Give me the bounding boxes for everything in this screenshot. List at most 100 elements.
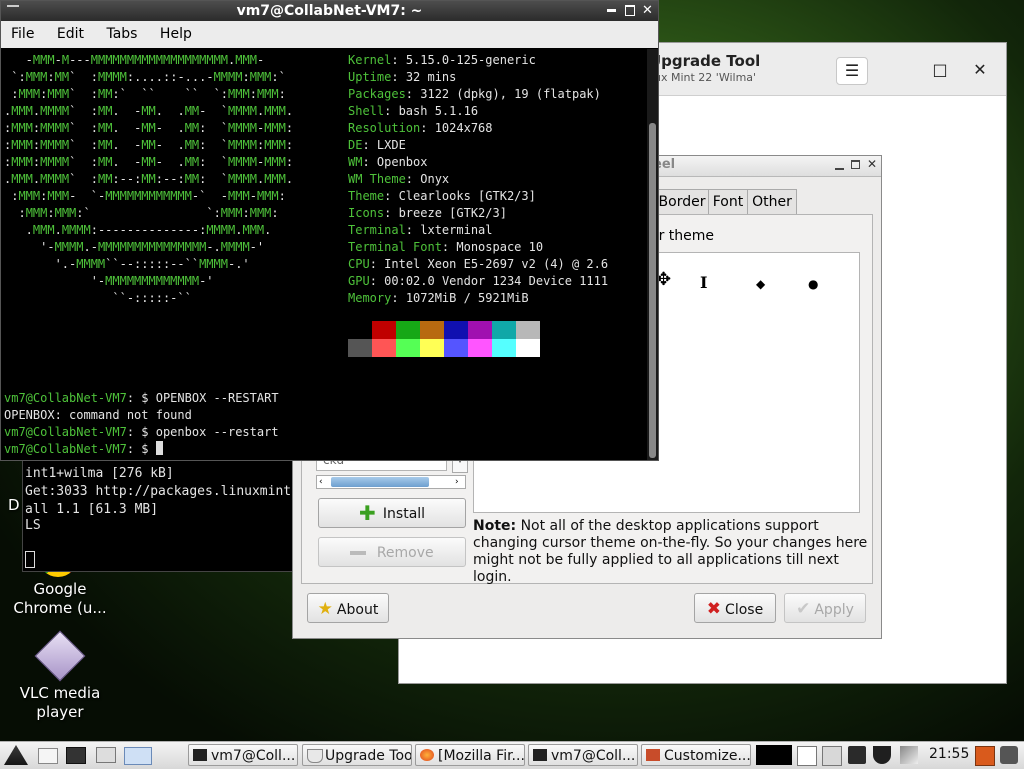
maximize-icon[interactable]: □ [925,57,955,83]
task-firefox[interactable]: [Mozilla Fir... [415,744,525,766]
bg-term-cursor [25,551,35,568]
menu-tabs[interactable]: Tabs [106,26,137,42]
file-manager-icon[interactable] [38,748,58,764]
remove-label: Remove [376,545,434,561]
task-customize[interactable]: Customize... [641,744,751,766]
prompt-user: vm7@CollabNet-VM7 [4,391,127,405]
close-icon[interactable]: ✕ [867,157,877,171]
close-icon[interactable]: ✕ [965,57,995,83]
tab-border[interactable]: Border [655,189,709,214]
info-sep: : [369,274,385,288]
info-key: Shell [348,104,385,118]
shield-icon[interactable] [873,746,891,764]
info-value: breeze [GTK2/3] [398,206,507,220]
menu-file[interactable]: File [11,26,34,42]
logo-line: .MMM.MMMM:--------------:MMMM.MMM. [4,223,272,237]
palette-swatch [516,321,540,339]
desktop-icon-vlc[interactable]: VLC media player [2,684,118,722]
menu-start-icon[interactable] [4,745,28,765]
note-bold: Note: [473,518,517,534]
shield-icon [307,749,323,763]
close-button[interactable]: ✖ Close [694,593,776,623]
cpu-monitor[interactable] [756,745,792,765]
task-upgrade-tool[interactable]: Upgrade Tool [302,744,412,766]
info-line: Memory: 1072MiB / 5921MiB [348,290,529,307]
clock[interactable]: 21:55 [929,746,969,762]
logo-line: `:MMM:MM` :MMMM:....::-...-MMMM:MMM:` [4,70,286,84]
power-icon[interactable] [1000,746,1018,764]
install-label: Install [382,506,426,522]
install-button[interactable]: ✚ Install [318,498,466,528]
about-button[interactable]: ★ About [307,593,389,623]
pdf-icon[interactable] [797,746,817,766]
menu-icon[interactable]: ☰ [836,57,868,85]
horizontal-scrollbar[interactable]: ‹ › [316,475,466,489]
terminal-scroll-thumb[interactable] [649,123,656,458]
menu-edit[interactable]: Edit [57,26,84,42]
upgrade-tool-subtitle: ux Mint 22 'Wilma' [654,71,757,84]
info-line: Shell: bash 5.1.16 [348,103,478,120]
info-value: Monospace 10 [456,240,544,254]
scrollbar-thumb[interactable] [331,477,429,487]
text-cursor-icon: I [700,273,708,292]
logo-line: :MMM:MMM:` `:MMM:MMM: [4,206,279,220]
info-sep: : [369,257,385,271]
tab-font[interactable]: Font [708,189,748,214]
terminal-menubar: File Edit Tabs Help [1,21,658,48]
minus-icon [350,551,367,555]
chrome-label-2: Chrome (u... [13,599,107,617]
remove-button[interactable]: Remove [318,537,466,567]
close-icon[interactable]: ✕ [642,1,653,21]
network-icon[interactable] [900,746,918,764]
bg-term-line-1: int1+wilma [276 kB] [25,466,174,481]
minimize-all-icon[interactable] [96,747,116,763]
vlc-icon[interactable] [34,630,86,682]
task-terminal-1[interactable]: vm7@Coll... [188,744,298,766]
info-key: Packages [348,87,406,101]
taskbar: vm7@Coll... Upgrade Tool [Mozilla Fir...… [0,741,1024,769]
clipboard-icon[interactable] [822,746,842,766]
maximize-icon[interactable] [625,5,635,16]
chrome-label-1: Google [33,580,87,598]
info-key: CPU [348,257,370,271]
task-terminal-2[interactable]: vm7@Coll... [528,744,638,766]
logo-line: :MMM:MMM- `-MMMMMMMMMMMM-` -MMM-MMM: [4,189,286,203]
info-key: WM [348,155,363,169]
terminal-content[interactable]: -MMM-M---MMMMMMMMMMMMMMMMMMM.MMM- `:MMM:… [1,49,646,460]
menu-help[interactable]: Help [160,26,192,42]
bg-term-line-2: Get:3033 http://packages.linuxmint [25,484,292,499]
info-sep: : [441,240,457,254]
tab-other[interactable]: Other [747,189,797,214]
close-label: Close [725,602,764,618]
workspace-icon[interactable] [124,747,152,765]
terminal-window[interactable]: vm7@CollabNet-VM7: ~ ✕ File Edit Tabs He… [0,0,659,461]
palette-swatch [492,339,516,357]
scroll-right-icon[interactable]: › [455,476,459,488]
apply-button[interactable]: ✔ Apply [784,593,866,623]
maximize-icon[interactable] [851,160,860,169]
terminal-launcher-icon[interactable] [66,747,86,764]
plus-icon: ✚ [359,501,376,525]
briefcase-icon[interactable] [848,746,866,764]
background-terminal[interactable]: int1+wilma [276 kB] Get:3033 http://pack… [22,450,296,572]
info-line: Packages: 3122 (dpkg), 19 (flatpak) [348,86,601,103]
minimize-icon[interactable] [835,160,844,170]
info-value: 00:02.0 Vendor 1234 Device 1111 [384,274,609,288]
scroll-left-icon[interactable]: ‹ [319,476,323,488]
about-label: About [336,602,379,618]
terminal-task-icon [533,749,547,761]
terminal-scrollbar[interactable] [647,49,658,460]
prompt-line-1: vm7@CollabNet-VM7: $ OPENBOX --RESTART [4,390,279,407]
info-value: Openbox [376,155,428,169]
minimize-icon[interactable] [607,9,616,12]
info-sep: : [391,53,406,67]
logo-line: :MMM:MMMM` :MM. -MM- .MM: `MMMM-MMM: [4,155,294,169]
display-icon[interactable] [975,746,995,766]
desktop-icon-chrome[interactable]: Google Chrome (u... [2,580,118,618]
info-line: Terminal Font: Monospace 10 [348,239,543,256]
upgrade-tool-title: Upgrade Tool [649,52,761,70]
cursor-note: Note: Not all of the desktop application… [473,518,868,586]
palette-swatch [348,339,372,357]
info-key: Theme [348,189,385,203]
terminal-task-icon [193,749,207,761]
